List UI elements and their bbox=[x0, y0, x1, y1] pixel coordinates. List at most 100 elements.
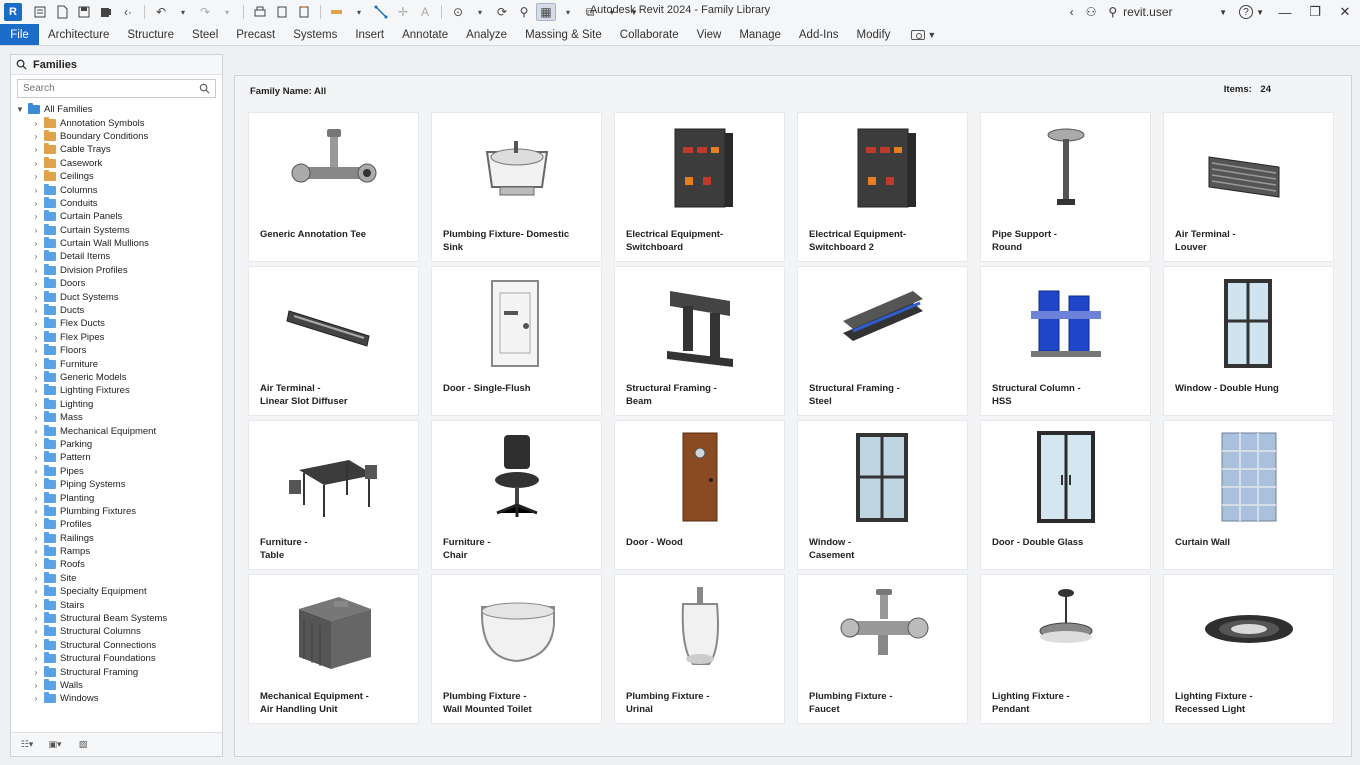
family-card[interactable]: Furniture - Chair bbox=[431, 420, 602, 570]
tab-steel[interactable]: Steel bbox=[183, 24, 227, 45]
family-card[interactable]: Generic Annotation Tee bbox=[248, 112, 419, 262]
family-card[interactable]: Plumbing Fixture - Wall Mounted Toilet bbox=[431, 574, 602, 724]
thumbnail-view-icon[interactable]: ▣▾ bbox=[44, 738, 66, 752]
chevron-right-icon[interactable]: › bbox=[32, 614, 40, 623]
tree-item-detail-items[interactable]: › Detail Items bbox=[11, 250, 222, 263]
tree-item-pattern[interactable]: › Pattern bbox=[11, 451, 222, 464]
tree-item-lighting-fixtures[interactable]: › Lighting Fixtures bbox=[11, 384, 222, 397]
contextual-tab-dropdown[interactable]: ▼ bbox=[911, 24, 936, 45]
tree-item-pipes[interactable]: › Pipes bbox=[11, 464, 222, 478]
tree-item-stairs[interactable]: › Stairs bbox=[11, 598, 222, 611]
tab-structure[interactable]: Structure bbox=[118, 24, 183, 45]
3d-dropdown-icon[interactable]: ▾ bbox=[470, 3, 490, 21]
tree-item-ceilings[interactable]: › Ceilings bbox=[11, 170, 222, 183]
tree-item-flex-ducts[interactable]: › Flex Ducts bbox=[11, 317, 222, 330]
family-card[interactable]: Curtain Wall bbox=[1163, 420, 1334, 570]
tree-item-ducts[interactable]: › Ducts bbox=[11, 304, 222, 317]
tree-item-structural-foundations[interactable]: › Structural Foundations bbox=[11, 652, 222, 665]
chevron-right-icon[interactable]: › bbox=[32, 427, 40, 436]
save-icon[interactable] bbox=[74, 3, 94, 21]
back-arrow-icon[interactable]: ‹ bbox=[1064, 0, 1080, 24]
chevron-right-icon[interactable]: › bbox=[32, 668, 40, 677]
tab-modify[interactable]: Modify bbox=[848, 24, 900, 45]
tree-view-icon[interactable]: ☷▾ bbox=[16, 738, 38, 752]
tree-item-site[interactable]: › Site bbox=[11, 571, 222, 585]
chevron-right-icon[interactable]: › bbox=[32, 293, 40, 302]
tree-item-structural-framing[interactable]: › Structural Framing bbox=[11, 665, 222, 678]
collaboration-icon[interactable]: ⚇ bbox=[1080, 0, 1103, 24]
customize-toolbar-icon[interactable]: ▼ bbox=[624, 3, 644, 21]
family-card[interactable]: Structural Column - HSS bbox=[980, 266, 1151, 416]
switch-windows-icon[interactable]: ▦ bbox=[536, 3, 556, 21]
family-card[interactable]: Door - Wood bbox=[614, 420, 785, 570]
switch-dropdown-icon[interactable]: ▾ bbox=[558, 3, 578, 21]
chevron-right-icon[interactable]: › bbox=[32, 400, 40, 409]
tree-item-boundary-conditions[interactable]: › Boundary Conditions bbox=[11, 129, 222, 143]
search-icon[interactable] bbox=[199, 83, 210, 94]
tree-item-profiles[interactable]: › Profiles bbox=[11, 518, 222, 531]
text-icon[interactable]: A bbox=[415, 3, 435, 21]
chevron-right-icon[interactable]: › bbox=[32, 413, 40, 422]
tree-item-cable-trays[interactable]: › Cable Trays bbox=[11, 143, 222, 156]
chevron-right-icon[interactable]: › bbox=[32, 453, 40, 462]
chevron-right-icon[interactable]: › bbox=[32, 641, 40, 650]
tree-item-casework[interactable]: › Casework bbox=[11, 156, 222, 170]
aligned-dimension-icon[interactable] bbox=[371, 3, 391, 21]
close-hidden-icon[interactable]: ⧉ bbox=[580, 3, 600, 21]
chevron-right-icon[interactable]: › bbox=[32, 226, 40, 235]
tree-item-specialty-equipment[interactable]: › Specialty Equipment bbox=[11, 585, 222, 598]
tab-architecture[interactable]: Architecture bbox=[39, 24, 118, 45]
tree-item-mechanical-equipment[interactable]: › Mechanical Equipment bbox=[11, 424, 222, 437]
tab-insert[interactable]: Insert bbox=[346, 24, 393, 45]
tree-item-structural-connections[interactable]: › Structural Connections bbox=[11, 638, 222, 652]
chevron-right-icon[interactable]: › bbox=[32, 333, 40, 342]
family-card[interactable]: Air Terminal - Linear Slot Diffuser bbox=[248, 266, 419, 416]
thin-lines-icon[interactable]: ⚲ bbox=[514, 3, 534, 21]
family-card[interactable]: Furniture - Table bbox=[248, 420, 419, 570]
chevron-right-icon[interactable]: › bbox=[32, 252, 40, 261]
chevron-right-icon[interactable]: › bbox=[32, 373, 40, 382]
chevron-right-icon[interactable]: › bbox=[32, 547, 40, 556]
close-icon[interactable]: ✕ bbox=[1330, 0, 1360, 24]
undo-icon[interactable]: ↶ bbox=[151, 3, 171, 21]
tab-systems[interactable]: Systems bbox=[284, 24, 346, 45]
minimize-icon[interactable]: — bbox=[1270, 0, 1300, 24]
image-view-icon[interactable]: ▨ bbox=[72, 738, 94, 752]
chevron-right-icon[interactable]: › bbox=[32, 386, 40, 395]
family-card[interactable]: Mechanical Equipment - Air Handling Unit bbox=[248, 574, 419, 724]
tree-item-windows[interactable]: › Windows bbox=[11, 692, 222, 705]
tab-collaborate[interactable]: Collaborate bbox=[611, 24, 688, 45]
tree-item-generic-models[interactable]: › Generic Models bbox=[11, 371, 222, 384]
chevron-right-icon[interactable]: › bbox=[32, 587, 40, 596]
chevron-right-icon[interactable]: › bbox=[32, 601, 40, 610]
tab-analyze[interactable]: Analyze bbox=[457, 24, 516, 45]
tree-item-piping-systems[interactable]: › Piping Systems bbox=[11, 478, 222, 491]
family-card[interactable]: Plumbing Fixture- Domestic Sink bbox=[431, 112, 602, 262]
measure-dropdown-icon[interactable]: ▾ bbox=[349, 3, 369, 21]
section-icon[interactable]: ⟳ bbox=[492, 3, 512, 21]
tree-item-walls[interactable]: › Walls bbox=[11, 678, 222, 692]
chevron-right-icon[interactable]: › bbox=[32, 266, 40, 275]
chevron-right-icon[interactable]: › bbox=[32, 172, 40, 181]
tree-item-ramps[interactable]: › Ramps bbox=[11, 545, 222, 558]
family-card[interactable]: Window - Casement bbox=[797, 420, 968, 570]
measure-icon[interactable] bbox=[327, 3, 347, 21]
tab-view[interactable]: View bbox=[688, 24, 731, 45]
chevron-right-icon[interactable]: › bbox=[32, 520, 40, 529]
tree-item-curtain-wall-mullions[interactable]: › Curtain Wall Mullions bbox=[11, 237, 222, 250]
family-card[interactable]: Lighting Fixture - Recessed Light bbox=[1163, 574, 1334, 724]
family-card[interactable]: Air Terminal - Louver bbox=[1163, 112, 1334, 262]
chevron-right-icon[interactable]: › bbox=[32, 145, 40, 154]
chevron-right-icon[interactable]: › bbox=[32, 319, 40, 328]
redo-icon[interactable]: ↷ bbox=[195, 3, 215, 21]
chevron-right-icon[interactable]: › bbox=[32, 694, 40, 703]
tree-item-planting[interactable]: › Planting bbox=[11, 491, 222, 504]
tree-item-duct-systems[interactable]: › Duct Systems bbox=[11, 290, 222, 303]
chevron-right-icon[interactable]: › bbox=[32, 119, 40, 128]
tree-root-all-families[interactable]: ▼ All Families bbox=[11, 103, 222, 116]
maximize-icon[interactable]: ❐ bbox=[1300, 0, 1330, 24]
chevron-right-icon[interactable]: › bbox=[32, 360, 40, 369]
chevron-right-icon[interactable]: › bbox=[32, 239, 40, 248]
tree-item-conduits[interactable]: › Conduits bbox=[11, 196, 222, 210]
tab-manage[interactable]: Manage bbox=[730, 24, 790, 45]
